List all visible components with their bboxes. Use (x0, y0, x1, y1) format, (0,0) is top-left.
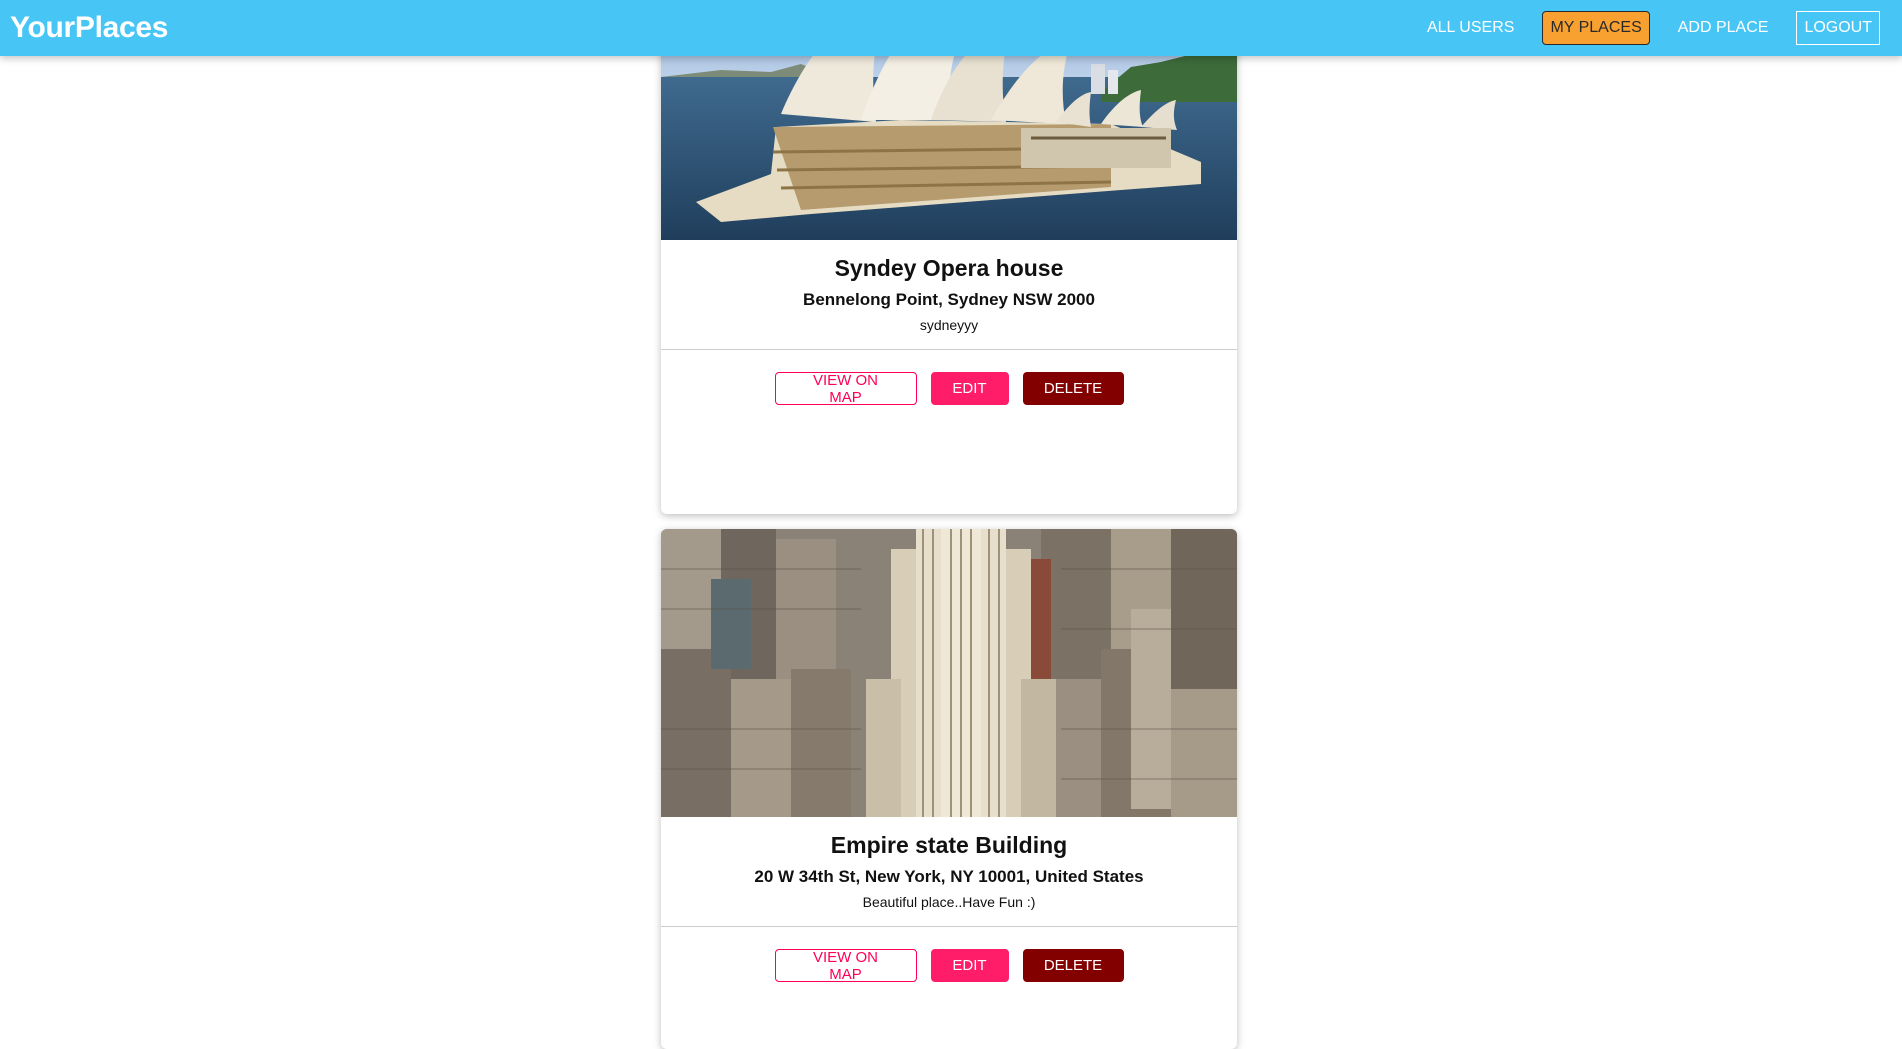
view-on-map-button[interactable]: VIEW ON MAP (774, 949, 917, 983)
place-title: Syndey Opera house (834, 255, 1064, 281)
view-on-map-button[interactable]: VIEW ON MAP (774, 372, 917, 406)
app-logo[interactable]: YourPlaces (10, 11, 169, 45)
nav-add-place[interactable]: ADD PLACE (1670, 11, 1777, 45)
place-description: Beautiful place..Have Fun :) (862, 894, 1036, 910)
logout-button[interactable]: LOGOUT (1796, 11, 1880, 45)
place-title: Empire state Building (830, 832, 1068, 858)
place-card: Syndey Opera house Bennelong Point, Sydn… (661, 0, 1237, 514)
main-navigation: ALL USERS MY PLACES ADD PLACE LOGOUT (1419, 11, 1880, 45)
delete-place-button[interactable]: DELETE (1022, 949, 1124, 982)
place-info: Empire state Building 20 W 34th St, New … (661, 817, 1237, 926)
nav-my-places[interactable]: MY PLACES (1542, 11, 1650, 45)
place-address: Bennelong Point, Sydney NSW 2000 (803, 290, 1095, 309)
edit-place-button[interactable]: EDIT (930, 949, 1009, 982)
place-info: Syndey Opera house Bennelong Point, Sydn… (661, 240, 1237, 349)
delete-place-button[interactable]: DELETE (1022, 372, 1124, 405)
place-image-empire-state-building (661, 529, 1237, 817)
place-actions: VIEW ON MAP EDIT DELETE (661, 926, 1237, 1004)
place-card: Empire state Building 20 W 34th St, New … (661, 529, 1237, 1049)
place-description: sydneyyy (919, 317, 979, 333)
nav-all-users[interactable]: ALL USERS (1419, 11, 1522, 45)
edit-place-button[interactable]: EDIT (930, 372, 1009, 405)
main-header: YourPlaces ALL USERS MY PLACES ADD PLACE… (0, 0, 1902, 56)
place-actions: VIEW ON MAP EDIT DELETE (661, 349, 1237, 427)
place-address: 20 W 34th St, New York, NY 10001, United… (754, 867, 1144, 886)
